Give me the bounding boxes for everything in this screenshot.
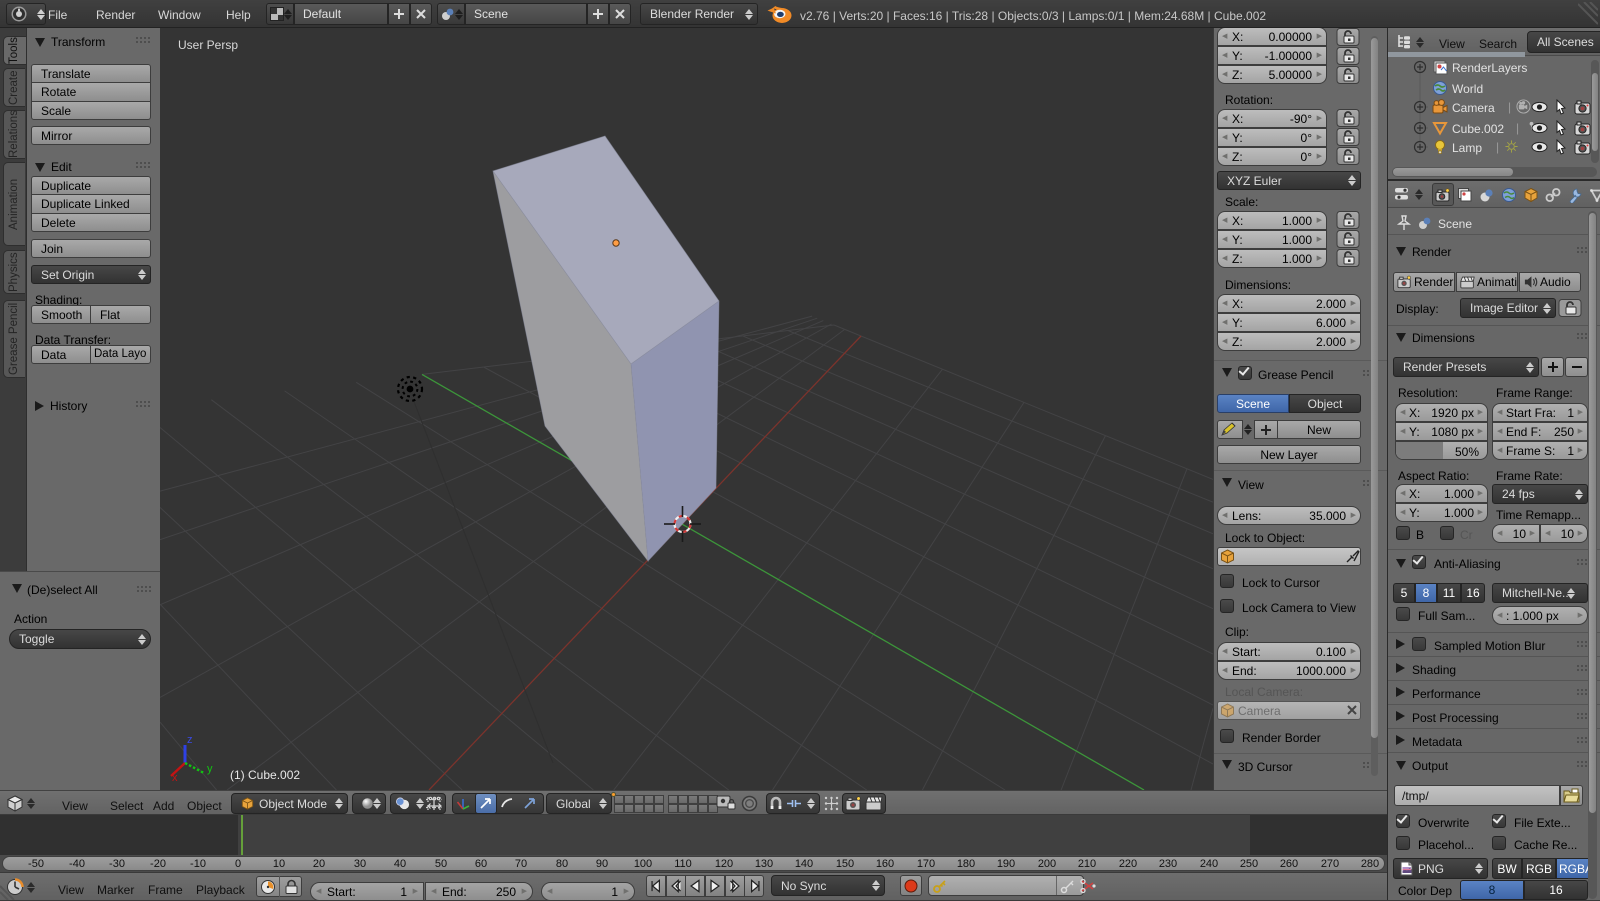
svg-text:x: x	[172, 772, 178, 784]
svg-text:y: y	[207, 763, 213, 775]
svg-text:z: z	[187, 734, 193, 746]
